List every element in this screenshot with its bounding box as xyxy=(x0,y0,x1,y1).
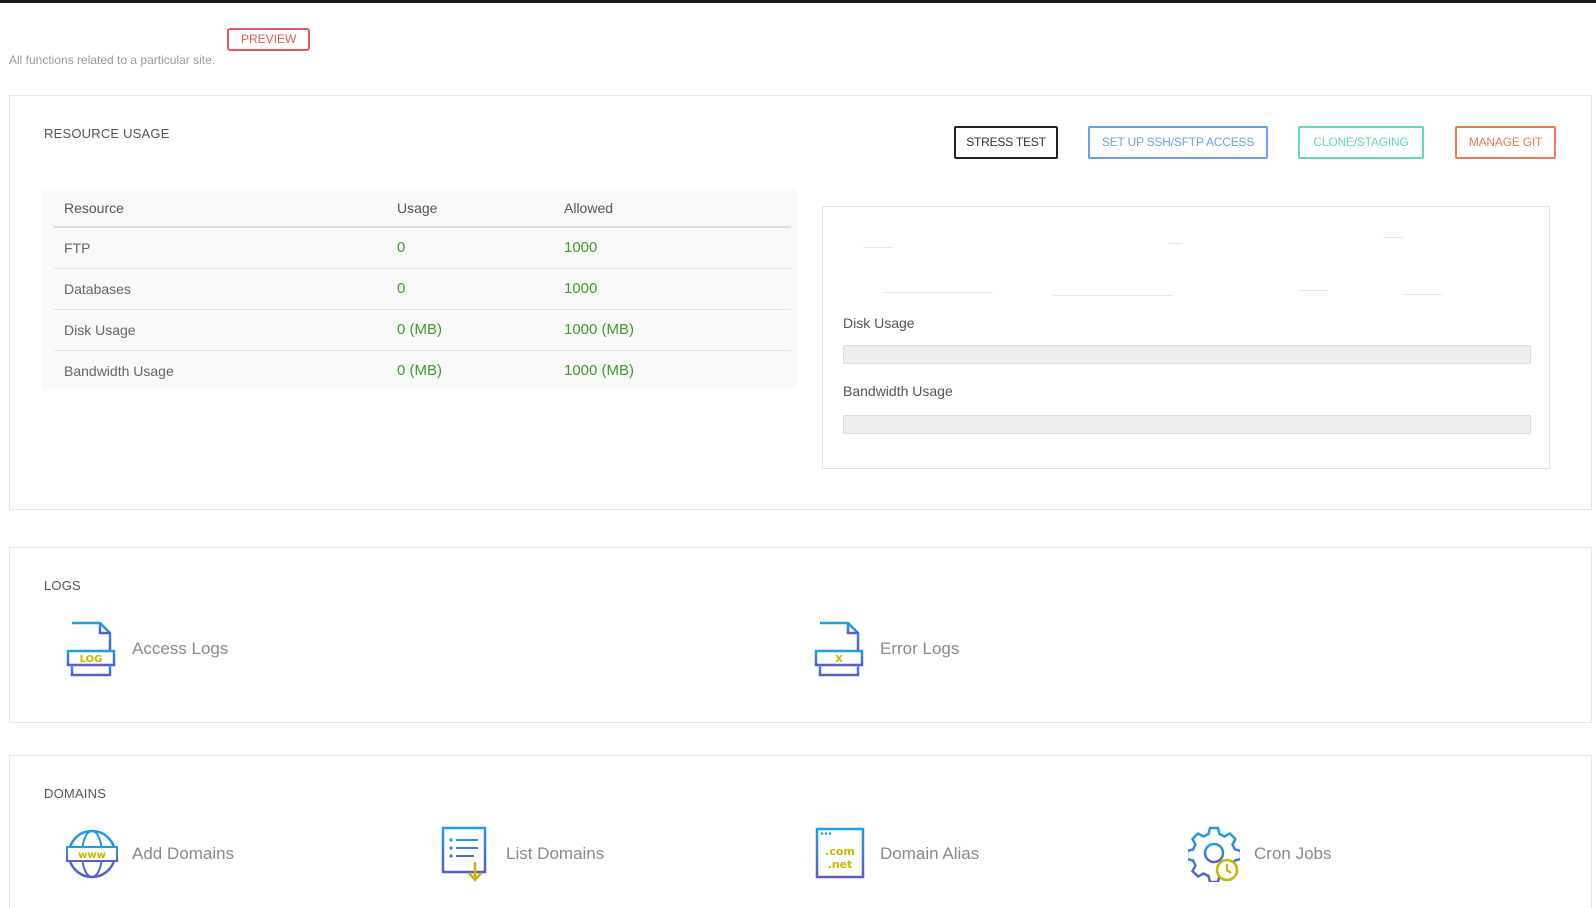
com-icon-text: .com xyxy=(825,845,855,858)
domain-alias-icon: .com .net xyxy=(815,827,865,879)
table-row: Databases 0 1000 xyxy=(54,268,791,310)
list-domains-item[interactable]: List Domains xyxy=(440,826,604,882)
resource-usage-title: RESOURCE USAGE xyxy=(44,126,170,141)
bandwidth-usage-progress xyxy=(843,415,1531,434)
globe-www-icon: www xyxy=(66,829,118,879)
gear-clock-icon xyxy=(1188,826,1240,882)
resource-name: Disk Usage xyxy=(54,309,387,351)
allowed-value: 1000 (MB) xyxy=(554,309,791,351)
allowed-value: 1000 xyxy=(554,227,791,269)
cron-jobs-item[interactable]: Cron Jobs xyxy=(1188,826,1331,882)
net-icon-text: .net xyxy=(828,858,853,871)
usage-value: 0 (MB) xyxy=(387,309,554,351)
resource-table: Resource Usage Allowed FTP 0 1000 Databa… xyxy=(54,189,791,391)
access-logs-label: Access Logs xyxy=(132,639,229,658)
cron-jobs-label: Cron Jobs xyxy=(1254,844,1332,863)
disk-usage-label: Disk Usage xyxy=(843,315,915,331)
usage-value: 0 (MB) xyxy=(397,362,442,380)
table-row: Disk Usage 0 (MB) 1000 (MB) xyxy=(54,309,791,351)
www-icon-text: www xyxy=(78,850,106,861)
table-row: FTP 0 1000 xyxy=(54,227,791,269)
column-header-allowed: Allowed xyxy=(554,189,791,228)
allowed-value: 1000 (MB) xyxy=(564,362,635,380)
disk-usage-progress xyxy=(843,345,1531,364)
resource-usage-panel: RESOURCE USAGE STRESS TEST SET UP SSH/SF… xyxy=(9,95,1592,510)
logs-title: LOGS xyxy=(44,578,81,593)
domains-panel: DOMAINS www Add Domains List Domains .co… xyxy=(9,755,1592,908)
usage-value: 0 xyxy=(387,227,554,269)
domains-title: DOMAINS xyxy=(44,786,107,801)
add-domains-item[interactable]: www Add Domains xyxy=(66,826,234,882)
table-row: Bandwidth Usage 0 (MB) 1000 (MB) xyxy=(54,350,791,391)
list-domains-icon xyxy=(441,826,487,882)
usage-bars-box: Disk Usage Bandwidth Usage xyxy=(822,206,1550,469)
preview-badge[interactable]: PREVIEW xyxy=(227,28,311,51)
page-subtitle: All functions related to a particular si… xyxy=(9,53,216,67)
resource-name: Databases xyxy=(54,268,387,310)
access-logs-item[interactable]: LOG Access Logs xyxy=(66,621,228,677)
column-header-resource: Resource xyxy=(54,189,387,228)
error-logs-label: Error Logs xyxy=(880,639,960,658)
setup-ssh-sftp-button[interactable]: SET UP SSH/SFTP ACCESS xyxy=(1088,126,1268,159)
access-log-icon: LOG xyxy=(66,621,116,677)
error-logs-item[interactable]: X Error Logs xyxy=(814,621,959,677)
resource-table-container: Resource Usage Allowed FTP 0 1000 Databa… xyxy=(42,189,797,389)
domain-alias-item[interactable]: .com .net Domain Alias xyxy=(814,826,979,882)
page-header: PREVIEW All functions related to a parti… xyxy=(9,25,409,70)
add-domains-label: Add Domains xyxy=(132,844,235,863)
usage-chart-area xyxy=(843,222,1523,312)
logs-panel: LOGS LOG Access Logs X Error Logs xyxy=(9,547,1592,723)
resource-name: Bandwidth Usage xyxy=(64,362,174,379)
list-domains-label: List Domains xyxy=(506,844,605,863)
manage-git-button[interactable]: MANAGE GIT xyxy=(1455,126,1556,159)
usage-value: 0 xyxy=(387,268,554,310)
clone-staging-button[interactable]: CLONE/STAGING xyxy=(1298,126,1424,159)
domain-alias-label: Domain Alias xyxy=(880,844,980,863)
column-header-usage: Usage xyxy=(387,189,554,228)
table-header-row: Resource Usage Allowed xyxy=(54,189,791,228)
log-icon-text: LOG xyxy=(80,654,103,665)
error-icon-text: X xyxy=(835,654,843,665)
bandwidth-usage-label: Bandwidth Usage xyxy=(843,383,953,399)
error-log-icon: X xyxy=(814,621,864,677)
allowed-value: 1000 xyxy=(554,268,791,310)
resource-name: FTP xyxy=(54,227,387,269)
stress-test-button[interactable]: STRESS TEST xyxy=(954,126,1058,159)
